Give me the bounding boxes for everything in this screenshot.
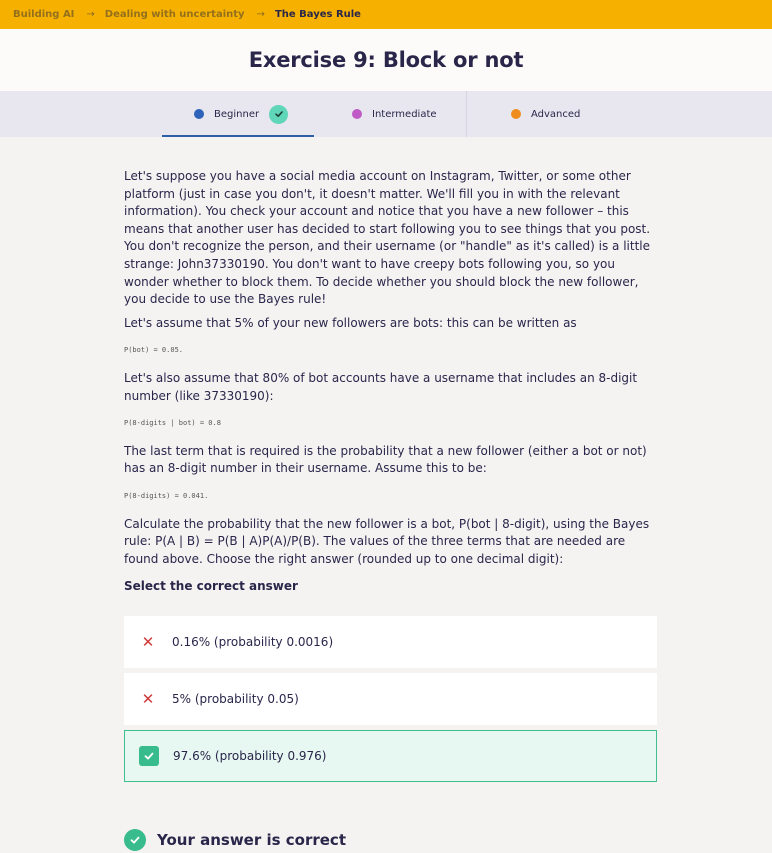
result-text: Your answer is correct bbox=[157, 831, 346, 849]
tab-intermediate[interactable]: Intermediate bbox=[352, 91, 437, 137]
answer-label: 5% (probability 0.05) bbox=[172, 692, 299, 706]
check-icon bbox=[139, 746, 159, 766]
tab-beginner[interactable]: Beginner bbox=[194, 91, 289, 137]
breadcrumb-link-dealing-with-uncertainty[interactable]: Dealing with uncertainty bbox=[105, 9, 245, 20]
level-tabs: Beginner Intermediate Advanced bbox=[0, 91, 772, 137]
quiz-prompt: Select the correct answer bbox=[124, 579, 298, 593]
page-title: Exercise 9: Block or not bbox=[248, 48, 524, 72]
level-dot-icon bbox=[352, 109, 362, 119]
answer-option-3[interactable]: 97.6% (probability 0.976) bbox=[124, 730, 657, 782]
wrong-x-icon: ✕ bbox=[141, 633, 155, 651]
level-dot-icon bbox=[194, 109, 204, 119]
exercise-body: Let's suppose you have a social media ac… bbox=[124, 168, 656, 574]
answer-option-1[interactable]: ✕ 0.16% (probability 0.0016) bbox=[124, 616, 657, 668]
paragraph-question: Calculate the probability that the new f… bbox=[124, 516, 650, 566]
active-tab-indicator bbox=[162, 135, 314, 137]
title-bar: Exercise 9: Block or not bbox=[0, 29, 772, 91]
breadcrumb-arrow-icon: → bbox=[256, 9, 265, 20]
code-prior: P(bot) = 0.05. bbox=[124, 346, 184, 355]
breadcrumb-link-building-ai[interactable]: Building AI bbox=[13, 9, 74, 20]
success-check-icon bbox=[124, 829, 146, 851]
wrong-x-icon: ✕ bbox=[141, 690, 155, 708]
breadcrumb: Building AI → Dealing with uncertainty →… bbox=[0, 0, 772, 29]
paragraph-likelihood: Let's also assume that 80% of bot accoun… bbox=[124, 370, 638, 403]
result-message: Your answer is correct bbox=[124, 829, 346, 851]
paragraph-intro: Let's suppose you have a social media ac… bbox=[124, 169, 651, 307]
answer-option-2[interactable]: ✕ 5% (probability 0.05) bbox=[124, 673, 657, 725]
tab-advanced[interactable]: Advanced bbox=[511, 91, 580, 137]
breadcrumb-current: The Bayes Rule bbox=[274, 9, 361, 20]
tab-label: Intermediate bbox=[372, 108, 437, 120]
paragraph-evidence: The last term that is required is the pr… bbox=[124, 443, 647, 476]
paragraph-prior: Let's assume that 5% of your new followe… bbox=[124, 315, 577, 330]
answer-label: 97.6% (probability 0.976) bbox=[173, 749, 327, 763]
code-evidence: P(8-digits) = 0.041. bbox=[124, 491, 209, 500]
tab-label: Beginner bbox=[214, 108, 260, 120]
tab-divider bbox=[466, 91, 467, 137]
tab-label: Advanced bbox=[531, 108, 581, 120]
code-likelihood: P(8-digits | bot) = 0.8 bbox=[124, 419, 221, 428]
answer-label: 0.16% (probability 0.0016) bbox=[172, 635, 334, 649]
breadcrumb-arrow-icon: → bbox=[86, 9, 95, 20]
completed-check-icon bbox=[269, 104, 289, 124]
level-dot-icon bbox=[511, 109, 521, 119]
